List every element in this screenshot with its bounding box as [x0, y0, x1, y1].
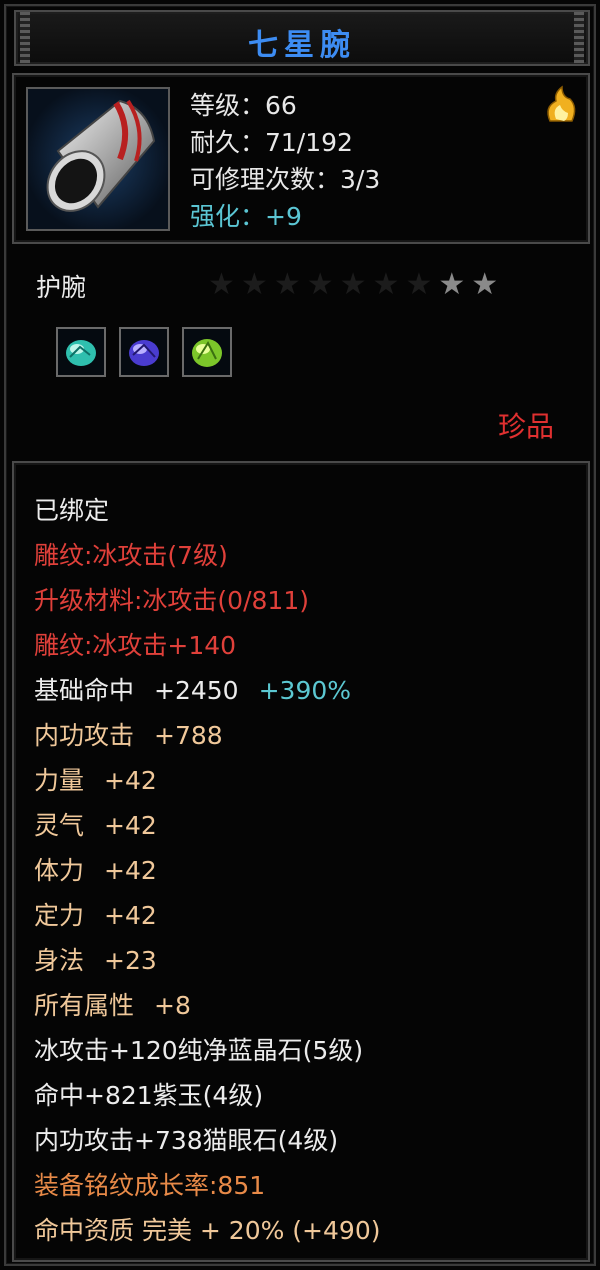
attr-value: +42 — [104, 901, 157, 930]
attr-percent: +390% — [258, 676, 352, 705]
bound-status: 已绑定 — [34, 496, 110, 525]
attr-value: +2450 — [154, 676, 239, 705]
star-icon: ★ — [405, 267, 439, 302]
enhance-text: 强化：+9 — [190, 202, 302, 231]
gem-bonus-line: 命中+821紫玉(4级) — [34, 1081, 264, 1110]
purple-gem-icon — [119, 327, 169, 377]
attr-label: 所有属性 — [34, 991, 135, 1020]
attr-value: +42 — [104, 766, 157, 795]
attribute-list: 已绑定 雕纹:冰攻击(7级) 升级材料:冰攻击(0/811) 雕纹:冰攻击+14… — [34, 492, 380, 1257]
star-icon: ★ — [240, 267, 274, 302]
spirit-line: 灵气 +42 — [34, 807, 380, 852]
green-gem-icon — [182, 327, 232, 377]
attr-value: +8 — [154, 991, 191, 1020]
attr-value: +23 — [104, 946, 157, 975]
internal-attack-line: 内功攻击 +788 — [34, 717, 380, 762]
level-text: 等级：66 — [190, 91, 297, 120]
attr-label: 灵气 — [34, 811, 85, 840]
star-icon: ★ — [306, 267, 340, 302]
star-rating: ★★★★★★★★★ — [208, 267, 504, 302]
aptitude-line: 命中资质 完美 + 20% (+490) — [34, 1216, 381, 1245]
attr-value: +42 — [104, 811, 157, 840]
item-header: 等级：66 耐久：71/192 可修理次数：3/3 强化：+9 — [12, 73, 590, 244]
item-stats: 等级：66 耐久：71/192 可修理次数：3/3 强化：+9 — [190, 87, 380, 235]
strength-line: 力量 +42 — [34, 762, 380, 807]
star-icon: ★ — [208, 267, 241, 302]
attr-label: 力量 — [34, 766, 85, 795]
aqua-gem-icon — [56, 327, 106, 377]
engrave-line: 雕纹:冰攻击(7级) — [34, 541, 228, 570]
focus-line: 定力 +42 — [34, 897, 380, 942]
durability-text: 耐久：71/192 — [190, 128, 353, 157]
gem-bonus-line: 内功攻击+738猫眼石(4级) — [34, 1126, 339, 1155]
star-icon: ★ — [339, 267, 373, 302]
attr-label: 身法 — [34, 946, 85, 975]
star-icon: ★ — [273, 267, 307, 302]
all-attributes-line: 所有属性 +8 — [34, 987, 380, 1032]
agility-line: 身法 +23 — [34, 942, 380, 987]
repair-count-text: 可修理次数：3/3 — [190, 165, 381, 194]
item-tooltip-panel: 七星腕 等级：66 耐久：71/192 可修理次数：3/3 强化：+9 护腕 ★… — [0, 0, 600, 1270]
title-bar: 七星腕 — [14, 10, 590, 66]
base-hit-line: 基础命中 +2450 +390% — [34, 672, 380, 717]
bracer-icon — [26, 87, 170, 231]
star-icon: ★ — [438, 267, 472, 302]
attr-value: +42 — [104, 856, 157, 885]
rarity-label: 珍品 — [497, 410, 554, 443]
attr-label: 体力 — [34, 856, 85, 885]
attr-label: 内功攻击 — [34, 721, 135, 750]
attr-label: 基础命中 — [34, 676, 135, 705]
item-type: 护腕 — [36, 273, 87, 302]
star-icon: ★ — [471, 267, 505, 302]
gem-bonus-line: 冰攻击+120纯净蓝晶石(5级) — [34, 1036, 364, 1065]
stamina-line: 体力 +42 — [34, 852, 380, 897]
attr-value: +788 — [154, 721, 223, 750]
attr-label: 定力 — [34, 901, 85, 930]
growth-rate-line: 装备铭纹成长率:851 — [34, 1171, 266, 1200]
engrave-bonus-line: 雕纹:冰攻击+140 — [34, 631, 237, 660]
flame-icon — [542, 85, 580, 125]
upgrade-material-line: 升级材料:冰攻击(0/811) — [34, 586, 309, 615]
item-name: 七星腕 — [248, 28, 356, 63]
star-icon: ★ — [372, 267, 406, 302]
